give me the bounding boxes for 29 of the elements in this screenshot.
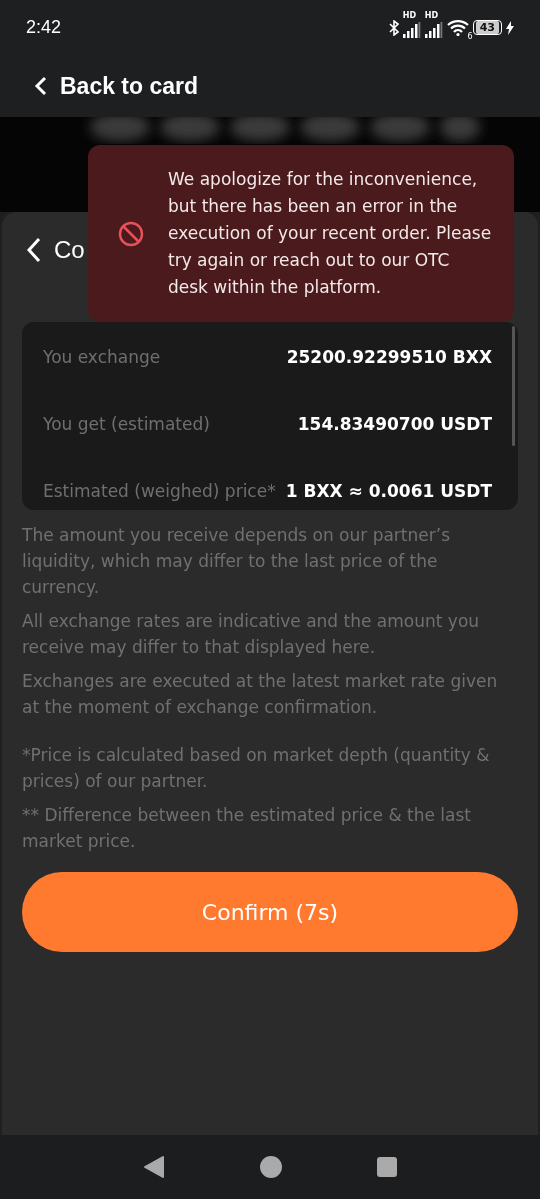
battery-icon: 43: [472, 20, 502, 35]
back-icon[interactable]: [26, 237, 42, 263]
network-label: HD: [402, 11, 417, 20]
row-value: 154.83490700 USDT: [297, 413, 492, 436]
row-label: Estimated (weighed) price*: [43, 480, 276, 503]
signal-icon: [424, 21, 443, 38]
info-paragraph: The amount you receive depends on our partner’s liquidity, which may differ to the last price of the currency.: [22, 524, 451, 599]
footnote: *Price is calculated based on market depth (quantity & prices) of our partner.: [22, 744, 491, 793]
info-paragraph: All exchange rates are indicative and the amount you receive may differ to that displayed here.: [22, 610, 481, 659]
footnote: ** Difference between the estimated price & the last market price.: [22, 804, 472, 853]
prohibited-icon: [118, 220, 144, 247]
back-button[interactable]: Back to card: [34, 72, 199, 100]
info-paragraph: Exchanges are executed at the latest market rate given at the moment of exchange confirmation.: [22, 670, 499, 719]
row-label: You get (estimated): [43, 413, 210, 436]
clock: 2:42: [26, 17, 62, 38]
charging-icon: [506, 20, 514, 35]
network-label: HD: [424, 11, 439, 20]
row-value: 1 BXX ≈ 0.0061 USDT: [285, 480, 492, 503]
signal-icon: [402, 21, 421, 38]
wifi-label: 6: [467, 32, 473, 41]
row-label: You exchange: [43, 346, 161, 369]
back-icon: [34, 75, 48, 97]
back-nav-icon[interactable]: [143, 1155, 165, 1179]
home-icon[interactable]: [259, 1155, 283, 1179]
bluetooth-icon: [388, 19, 399, 36]
row-value: 25200.92299510 BXX: [286, 346, 492, 369]
sheet-title: Co: [54, 236, 85, 264]
wifi-icon: [446, 19, 469, 36]
error-message: We apologize for the inconvenience, but there has been an error in the execution of your recent order. Please try again or reach out to our OTC desk within the platform.: [168, 168, 493, 299]
